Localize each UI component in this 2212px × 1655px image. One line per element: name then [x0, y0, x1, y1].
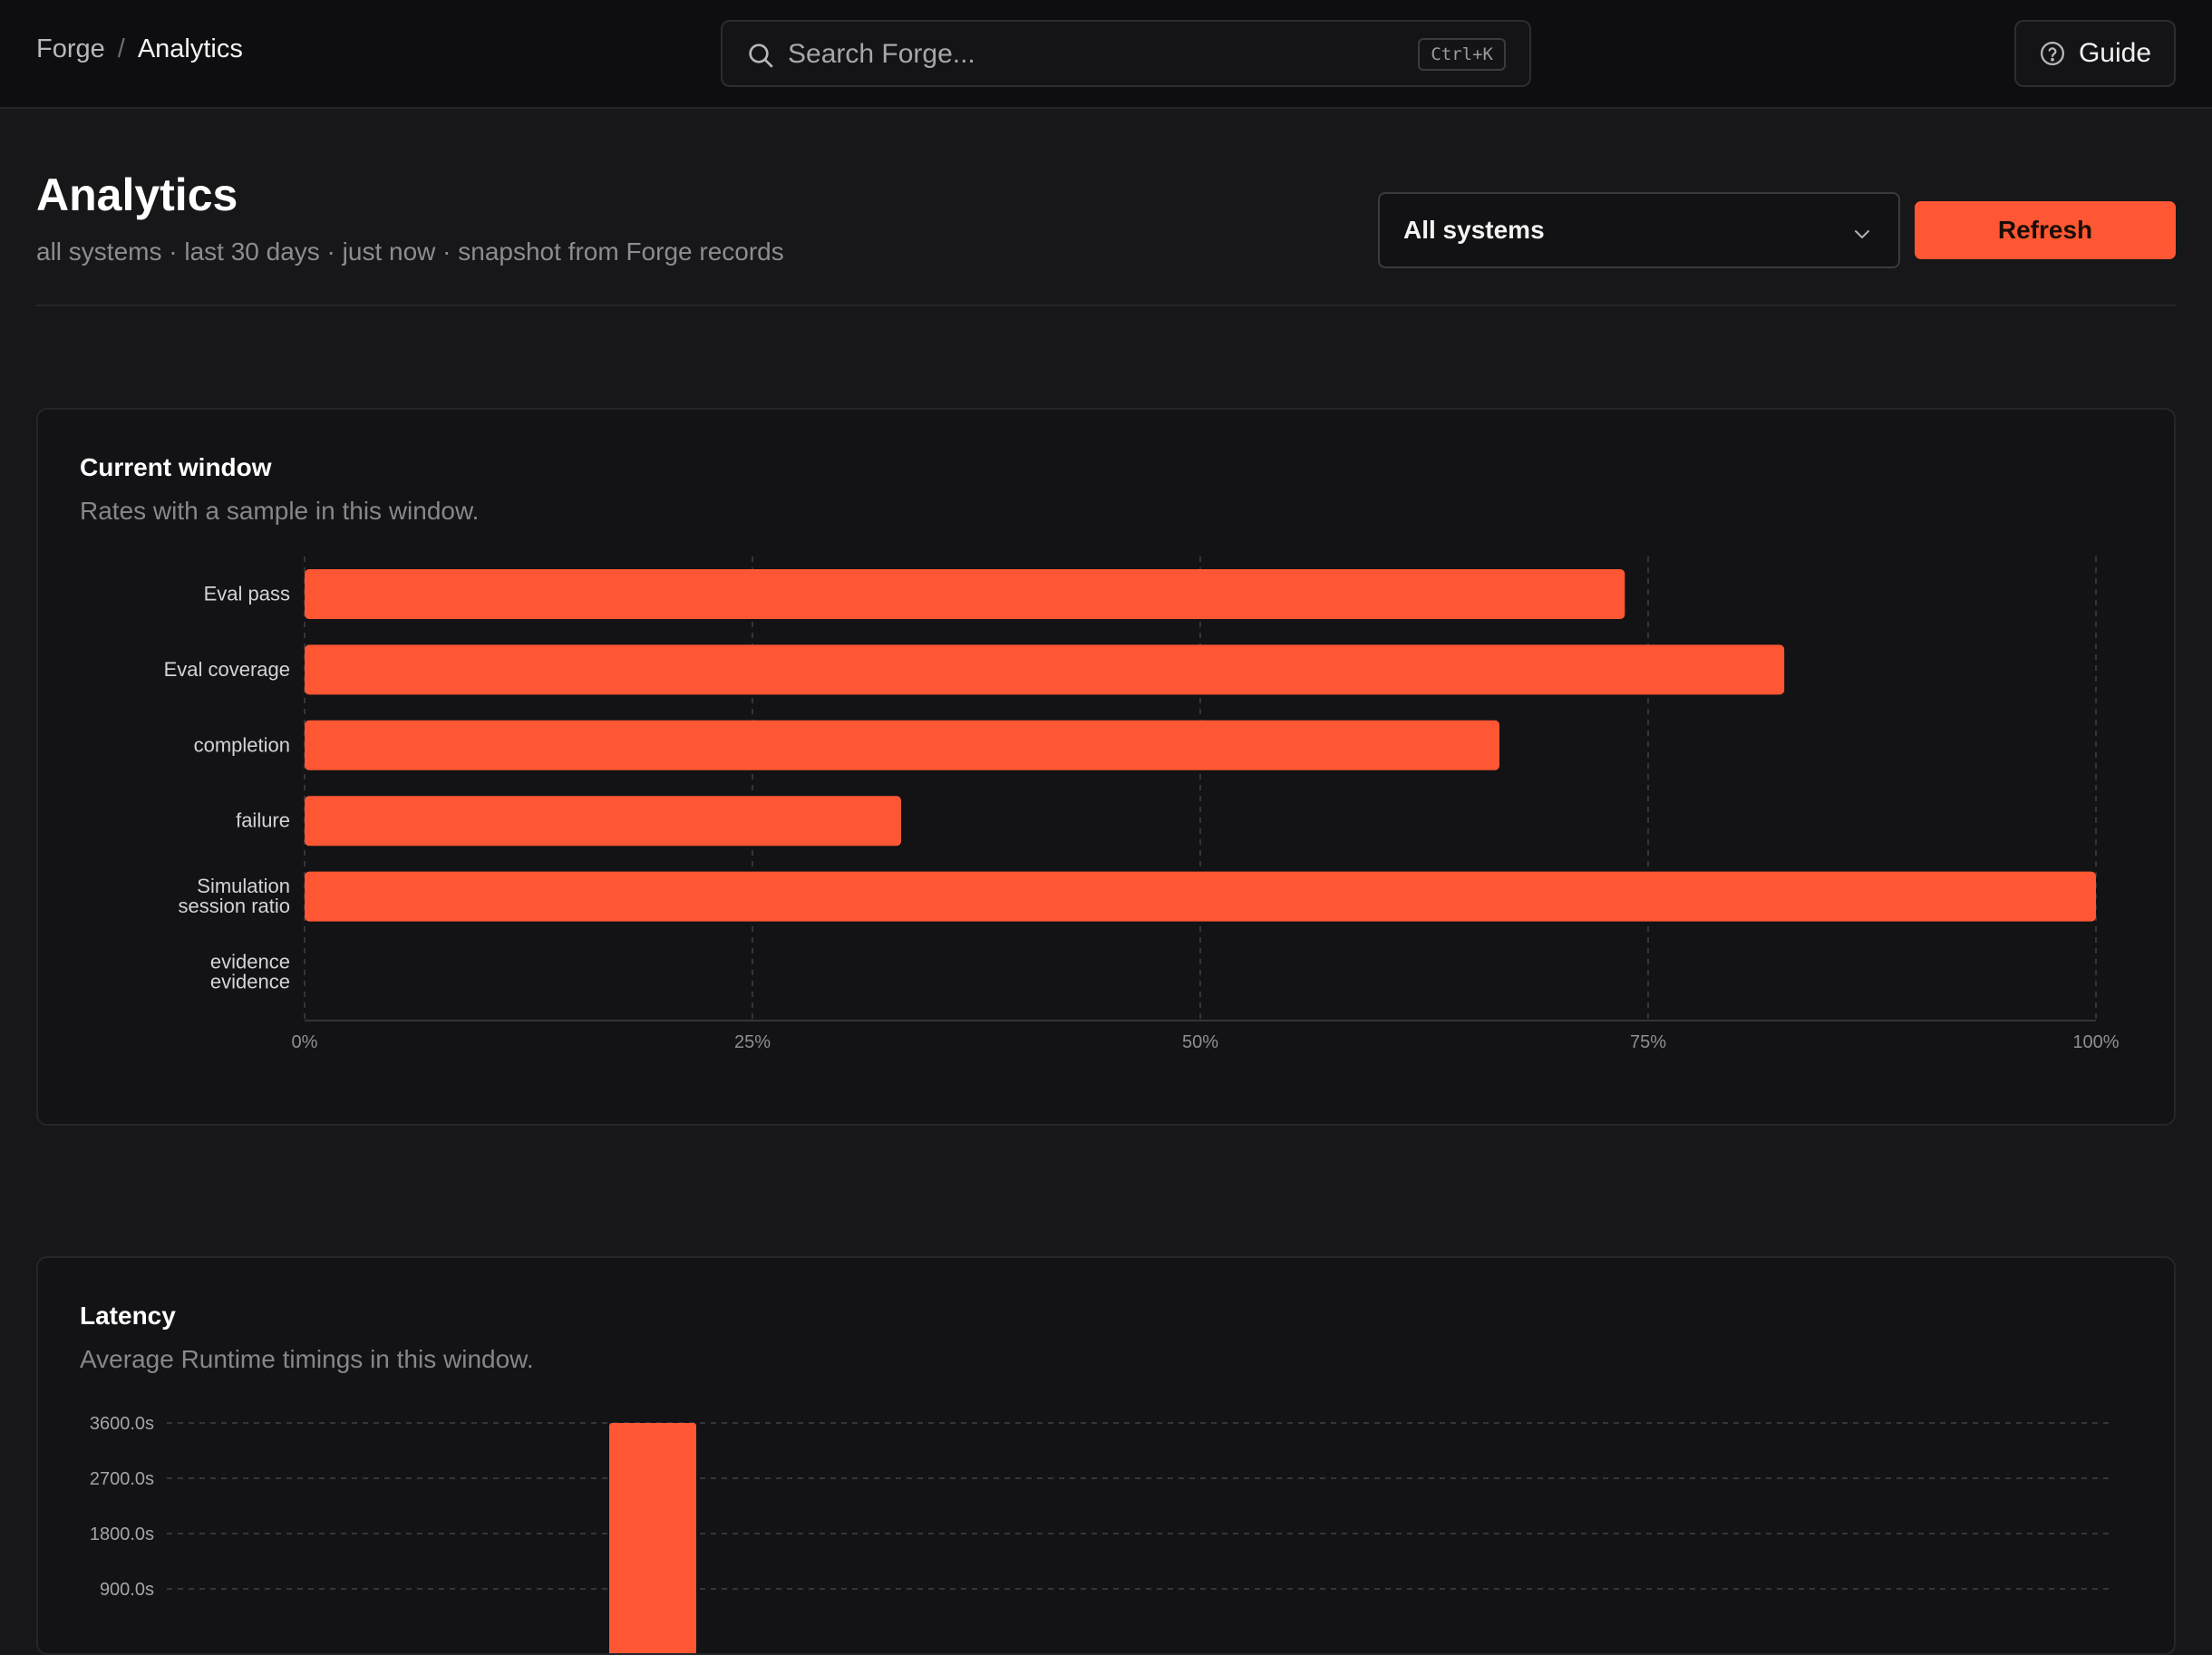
chevron-down-icon [1855, 230, 1869, 238]
search-box[interactable]: Ctrl+K [721, 20, 1531, 87]
search-icon [749, 44, 773, 68]
latency-bar-chart: 3600.0s 2700.0s 1800.0s 900.0s [90, 1414, 2110, 1653]
guide-button[interactable]: Guide [2014, 20, 2176, 87]
rate-bar [305, 796, 902, 847]
rate-bar [305, 569, 1625, 619]
category-label: Eval coverage [164, 658, 290, 681]
category-label: evidence [210, 971, 290, 993]
x-tick-label: 0% [292, 1032, 318, 1052]
breadcrumb-current: Analytics [137, 34, 243, 63]
y-tick-label: 900.0s [100, 1580, 154, 1600]
x-tick-label: 75% [1630, 1032, 1666, 1052]
header-divider [36, 305, 2176, 306]
latency-bar [609, 1423, 696, 1653]
refresh-button[interactable]: Refresh [1915, 201, 2176, 259]
help-circle-icon [2040, 42, 2064, 65]
page-subtitle: all systems · last 30 days · just now · … [36, 237, 784, 266]
category-label: failure [236, 809, 290, 832]
system-filter-select[interactable]: All systems [1378, 192, 1900, 268]
system-filter-value: All systems [1403, 216, 1545, 244]
search-input[interactable] [786, 33, 1406, 76]
x-tick-label: 100% [2072, 1032, 2119, 1052]
x-tick-label: 50% [1182, 1032, 1218, 1052]
current-window-card: Current window Rates with a sample in th… [36, 408, 2176, 1126]
rate-bar [305, 871, 2096, 922]
latency-card: Latency Average Runtime timings in this … [36, 1256, 2176, 1655]
y-tick-label: 2700.0s [90, 1469, 154, 1489]
category-label: completion [194, 733, 290, 756]
category-label: session ratio [178, 895, 290, 917]
y-tick-label: 3600.0s [90, 1414, 154, 1434]
keyboard-shortcut-hint: Ctrl+K [1418, 38, 1506, 71]
guide-label: Guide [2078, 38, 2152, 68]
page-title: Analytics [36, 169, 238, 220]
y-tick-label: 1800.0s [90, 1524, 154, 1544]
breadcrumb-separator: / [117, 34, 125, 63]
breadcrumb-forge-link[interactable]: Forge [36, 34, 105, 64]
top-bar: Forge / Analytics Ctrl+K Guide [0, 0, 2212, 109]
breadcrumb: Forge / Analytics [36, 34, 243, 64]
rate-bar [305, 644, 1785, 695]
rate-bar [305, 720, 1499, 770]
category-label: Eval pass [204, 583, 290, 605]
x-tick-label: 25% [734, 1032, 771, 1052]
rates-bar-chart: 0% 25% 50% 75% 100% Eval pass Eval coverage com… [164, 557, 2120, 1052]
